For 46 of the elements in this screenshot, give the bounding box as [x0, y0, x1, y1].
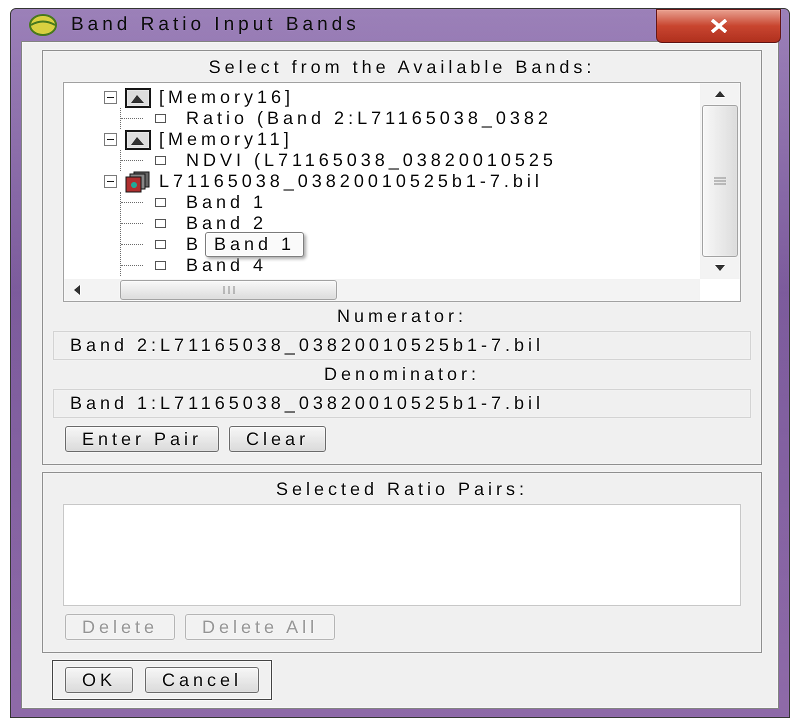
checkbox[interactable]	[155, 261, 166, 270]
image-layer-icon	[125, 88, 151, 108]
field-label: Numerator:	[336, 306, 468, 327]
tree-item[interactable]: Band 4	[186, 255, 268, 276]
checkbox[interactable]	[155, 156, 166, 165]
band-tree[interactable]: [Memory16] Ratio (Band 2:L71165038_0382 [Memory11] NDVI (L71165038_03820010525 L71165038_03820010525b1-7.bil Band 1 Band 2 B Band 1 Band 4	[63, 82, 741, 302]
field-label: Denominator:	[324, 364, 480, 385]
close-button[interactable]	[656, 9, 781, 43]
raster-stack-icon	[125, 170, 151, 192]
scroll-down-icon[interactable]	[715, 265, 725, 271]
dialog-button[interactable]: Cancel	[145, 667, 260, 693]
horizontal-scrollbar[interactable]	[64, 279, 700, 301]
scroll-thumb[interactable]	[702, 105, 738, 257]
grip-icon	[222, 286, 236, 294]
tree-item[interactable]: [Memory11]	[159, 129, 293, 150]
collapse-icon[interactable]	[104, 91, 117, 104]
numerator-field[interactable]: Band 2:L71165038_03820010525b1-7.bil	[53, 331, 751, 360]
scroll-thumb[interactable]	[120, 280, 337, 300]
tree-item[interactable]: [Memory16]	[159, 87, 294, 108]
grip-icon	[714, 177, 726, 185]
action-button[interactable]: Enter Pair	[65, 426, 220, 452]
denominator-field[interactable]: Band 1:L71165038_03820010525b1-7.bil	[53, 389, 751, 418]
close-icon	[710, 19, 728, 33]
collapse-icon[interactable]	[104, 175, 117, 188]
image-layer-icon	[125, 130, 151, 150]
action-button[interactable]: Clear	[229, 426, 326, 452]
tree-item[interactable]: Band 2	[186, 213, 268, 234]
window-title: Band Ratio Input Bands	[71, 14, 360, 36]
checkbox[interactable]	[155, 219, 166, 228]
section-heading: Selected Ratio Pairs:	[276, 479, 528, 500]
scroll-up-icon[interactable]	[715, 91, 725, 97]
checkbox[interactable]	[155, 198, 166, 207]
tree-item[interactable]: L71165038_03820010525b1-7.bil	[159, 171, 543, 192]
globe-icon	[29, 14, 57, 36]
collapse-icon[interactable]	[104, 133, 117, 146]
scroll-left-icon[interactable]	[74, 285, 80, 295]
checkbox[interactable]	[155, 114, 166, 123]
tree-item[interactable]: Band 1	[186, 192, 268, 213]
tree-item[interactable]: Ratio (Band 2:L71165038_0382	[186, 108, 552, 129]
dialog-button[interactable]: OK	[65, 667, 134, 693]
tree-item[interactable]: B	[186, 234, 202, 255]
tree-item[interactable]: NDVI (L71165038_03820010525	[186, 150, 557, 171]
tooltip: Band 1	[205, 232, 304, 257]
section-heading: Select from the Available Bands:	[208, 57, 596, 78]
vertical-scrollbar[interactable]	[700, 83, 740, 279]
checkbox[interactable]	[155, 240, 166, 249]
